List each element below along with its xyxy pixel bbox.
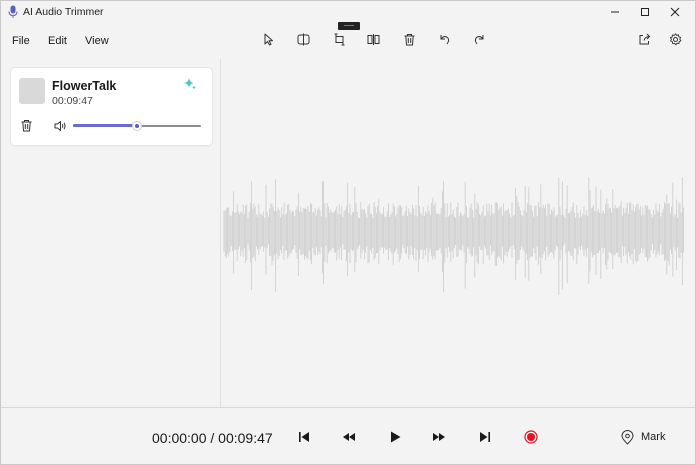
menu-edit[interactable]: Edit	[48, 35, 67, 47]
track-list-panel: FlowerTalk 00:09:47	[1, 59, 221, 407]
share-icon	[639, 33, 650, 44]
waveform-area[interactable]	[222, 59, 695, 407]
close-button[interactable]	[657, 1, 693, 23]
track-card[interactable]: FlowerTalk 00:09:47	[11, 68, 212, 145]
app-window: AI Audio Trimmer File Edit View FlowerTa…	[0, 0, 696, 465]
close-icon	[670, 7, 680, 17]
volume-slider[interactable]	[73, 118, 201, 134]
mark-button[interactable]: Mark	[620, 429, 665, 445]
settings-button[interactable]	[667, 31, 683, 47]
fast-forward-button[interactable]	[430, 428, 448, 446]
menu-view[interactable]: View	[85, 35, 109, 47]
maximize-icon	[641, 8, 649, 16]
microphone-icon	[8, 5, 18, 18]
waveform-bars	[223, 177, 685, 295]
skip-to-end-icon	[480, 432, 490, 442]
window-title: AI Audio Trimmer	[23, 6, 104, 18]
select-pointer-icon	[264, 33, 273, 45]
delete-tool-button[interactable]	[401, 31, 417, 47]
skip-to-end-button[interactable]	[476, 428, 494, 446]
record-button[interactable]	[522, 428, 540, 446]
volume-slider-fill	[73, 124, 137, 127]
split-tool-button[interactable]	[295, 31, 311, 47]
undo-icon	[440, 34, 449, 44]
delete-icon	[404, 33, 414, 45]
cut-section-icon	[367, 33, 379, 45]
trim-icon	[334, 33, 344, 45]
menu-file[interactable]: File	[12, 35, 30, 47]
sparkle-icon[interactable]	[183, 77, 197, 91]
skip-to-start-button[interactable]	[295, 428, 313, 446]
rewind-button[interactable]	[340, 428, 358, 446]
waveform	[223, 177, 685, 295]
redo-button[interactable]	[471, 31, 487, 47]
rewind-icon	[343, 433, 355, 441]
select-tool-button[interactable]	[260, 31, 276, 47]
playback-timecode: 00:00:00 / 00:09:47	[152, 430, 273, 446]
share-button[interactable]	[636, 31, 652, 47]
mark-label: Mark	[641, 431, 666, 443]
track-duration: 00:09:47	[52, 95, 93, 107]
tooltip	[338, 22, 360, 30]
fast-forward-icon	[433, 433, 445, 441]
transport-bar: 00:00:00 / 00:09:47 Mark	[1, 407, 695, 464]
settings-gear-icon	[669, 32, 681, 45]
play-button[interactable]	[386, 428, 404, 446]
skip-to-start-icon	[299, 432, 309, 442]
redo-icon	[474, 34, 483, 44]
split-icon	[297, 33, 309, 45]
undo-button[interactable]	[436, 31, 452, 47]
play-icon	[391, 431, 401, 443]
track-thumbnail	[19, 78, 45, 104]
trim-tool-button[interactable]	[331, 31, 347, 47]
record-icon	[524, 430, 538, 444]
trash-icon[interactable]	[20, 119, 33, 132]
minimize-icon	[611, 11, 619, 13]
title-bar: AI Audio Trimmer	[1, 1, 695, 23]
cut-section-button[interactable]	[365, 31, 381, 47]
track-name: FlowerTalk	[52, 79, 117, 93]
location-pin-icon	[621, 429, 634, 445]
volume-icon[interactable]	[54, 120, 67, 132]
volume-slider-thumb[interactable]	[132, 121, 142, 131]
